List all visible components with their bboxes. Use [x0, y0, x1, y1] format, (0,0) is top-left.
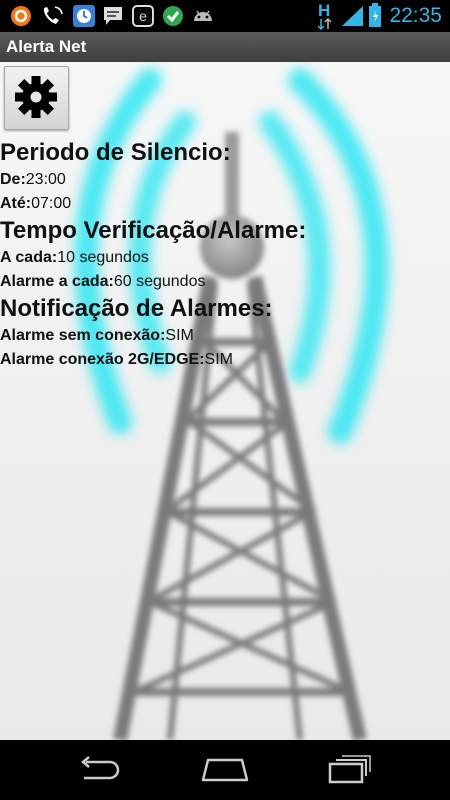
alarm-interval-value: 60 segundos — [113, 273, 206, 290]
silence-period-title: Periodo de Silencio: — [0, 139, 231, 166]
alarm-interval-label: Alarme a cada: — [0, 273, 114, 290]
check-interval-label: A cada: — [0, 249, 58, 266]
recents-icon[interactable] — [326, 754, 374, 786]
settings-summary: Periodo de Silencio: De:23:00 Até:07:00 … — [0, 138, 440, 372]
no-connection-alarm-value: SIM — [165, 327, 194, 344]
alarm-notification-title: Notificação de Alarmes: — [0, 295, 273, 322]
avast-icon — [11, 6, 31, 26]
navigation-bar — [0, 740, 450, 800]
gear-icon — [15, 76, 57, 118]
no-connection-alarm-row: Alarme sem conexão:SIM — [0, 324, 440, 348]
edge-alarm-label: Alarme conexão 2G/EDGE: — [0, 351, 205, 368]
phone-icon — [43, 6, 63, 24]
app-title: Alerta Net — [6, 37, 87, 56]
clock-icon — [73, 5, 95, 27]
message-icon — [104, 7, 122, 25]
no-connection-alarm-label: Alarme sem conexão: — [0, 327, 166, 344]
status-clock: 22:35 — [389, 4, 442, 27]
status-bar: e H 22:35 — [0, 0, 450, 32]
battery-icon — [369, 3, 381, 27]
silence-to-row: Até:07:00 — [0, 192, 440, 216]
check-icon — [163, 6, 183, 26]
back-icon[interactable] — [76, 754, 124, 786]
silence-from-label: De: — [0, 171, 26, 188]
check-interval-row: A cada:10 segundos — [0, 246, 440, 270]
silence-from-row: De:23:00 — [0, 168, 440, 192]
alarm-interval-row: Alarme a cada:60 segundos — [0, 270, 440, 294]
android-icon — [194, 10, 212, 21]
data-arrows-icon — [318, 18, 332, 30]
action-bar: Alerta Net — [0, 32, 450, 63]
edge-alarm-row: Alarme conexão 2G/EDGE:SIM — [0, 348, 440, 372]
svg-text:e: e — [139, 8, 147, 24]
silence-to-label: Até: — [0, 195, 32, 212]
silence-to-value: 07:00 — [31, 195, 72, 212]
settings-button[interactable] — [4, 66, 69, 130]
home-icon[interactable] — [200, 754, 250, 786]
signal-icon — [342, 6, 363, 26]
silence-from-value: 23:00 — [25, 171, 66, 188]
check-alarm-time-title: Tempo Verificação/Alarme: — [0, 217, 307, 244]
main-content: Periodo de Silencio: De:23:00 Até:07:00 … — [0, 62, 450, 740]
e-icon: e — [132, 5, 154, 27]
edge-alarm-value: SIM — [204, 351, 233, 368]
check-interval-value: 10 segundos — [57, 249, 149, 266]
